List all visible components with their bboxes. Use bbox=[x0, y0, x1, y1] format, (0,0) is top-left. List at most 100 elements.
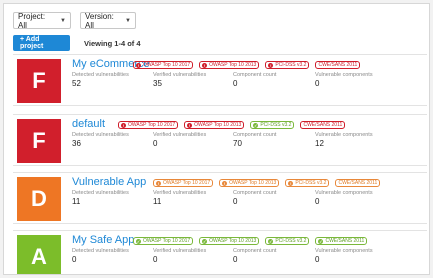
detected-vulnerabilities-value: 11 bbox=[72, 197, 81, 206]
component-count-value: 0 bbox=[233, 255, 238, 264]
compliance-badges: ✓ OWASP Top 10 2017 ✓ OWASP Top 10 2013 ✓ PCI… bbox=[133, 237, 368, 245]
compliance-badge-label: PCI-DSS v3.2 bbox=[260, 122, 292, 128]
component-count-stat: Component count 70 bbox=[233, 132, 276, 148]
toolbar: + Add project Viewing 1-4 of 4 bbox=[13, 35, 141, 51]
compliance-badge[interactable]: ! OWASP Top 10 2013 bbox=[184, 121, 245, 129]
project-filter-value: Project: All bbox=[18, 11, 46, 30]
compliance-badge-label: OWASP Top 10 2013 bbox=[209, 238, 257, 244]
compliance-badge-label: PCI-DSS v3.2 bbox=[295, 180, 327, 186]
compliance-badge[interactable]: ! PCI-DSS v3.2 bbox=[285, 179, 330, 187]
vulnerable-components-value: 0 bbox=[315, 79, 320, 88]
detected-vulnerabilities-value: 0 bbox=[72, 255, 77, 264]
component-count-stat: Component count 0 bbox=[233, 190, 276, 206]
compliance-badge-label: OWASP Top 10 2017 bbox=[143, 238, 191, 244]
alert-icon: ! bbox=[288, 180, 294, 186]
vulnerable-components-label: Vulnerable components bbox=[315, 190, 373, 196]
chevron-down-icon: ▼ bbox=[60, 17, 66, 24]
grade-tile: D bbox=[17, 177, 61, 221]
alert-icon: ! bbox=[222, 180, 228, 186]
chevron-down-icon: ▼ bbox=[125, 17, 131, 24]
compliance-badge[interactable]: ✓ PCI-DSS v3.2 bbox=[250, 121, 295, 129]
project-row[interactable]: A My Safe App ✓ OWASP Top 10 2017 ✓ OWASP Top… bbox=[13, 230, 427, 274]
detected-vulnerabilities-label: Detected vulnerabilities bbox=[72, 72, 129, 78]
component-count-label: Component count bbox=[233, 72, 277, 78]
compliance-badge-label: OWASP Top 10 2017 bbox=[163, 180, 211, 186]
compliance-badge-label: OWASP Top 10 2017 bbox=[128, 122, 176, 128]
detected-vulnerabilities-stat: Detected vulnerabilities 36 bbox=[72, 132, 129, 148]
version-filter-select[interactable]: Version: All ▼ bbox=[80, 11, 136, 30]
compliance-badge-label: OWASP Top 10 2013 bbox=[194, 122, 242, 128]
project-row[interactable]: Fdefault! OWASP Top 10 2017! OWASP Top 10 … bbox=[13, 114, 427, 166]
vulnerable-components-stat: Vulnerable components 0 bbox=[315, 248, 373, 264]
compliance-badge[interactable]: ! OWASP Top 10 2017 bbox=[153, 179, 214, 187]
compliance-badge-label: CWE/SANS 2011 bbox=[338, 180, 378, 186]
component-count-value: 0 bbox=[233, 79, 238, 88]
alert-icon: ! bbox=[187, 122, 193, 128]
verified-vulnerabilities-label: Verified vulnerabilities bbox=[153, 248, 207, 254]
verified-vulnerabilities-value: 35 bbox=[153, 79, 162, 88]
compliance-badge-label: OWASP Top 10 2013 bbox=[229, 180, 277, 186]
component-count-value: 0 bbox=[233, 197, 238, 206]
vulnerable-components-value: 12 bbox=[315, 139, 324, 148]
compliance-badge[interactable]: ✓ CWE/SANS 2011 bbox=[315, 237, 368, 245]
compliance-badge[interactable]: CWE/SANS 2011 bbox=[335, 179, 381, 187]
vulnerable-components-value: 0 bbox=[315, 197, 320, 206]
alert-icon: ! bbox=[121, 122, 126, 128]
check-icon: ✓ bbox=[268, 238, 274, 244]
vulnerable-components-label: Vulnerable components bbox=[315, 72, 373, 78]
version-filter-value: Version: All bbox=[85, 11, 114, 30]
compliance-badge[interactable]: ! OWASP Top 10 2017 bbox=[133, 61, 194, 69]
app-window: Project: All ▼ Version: All ▼ + Add proj… bbox=[3, 3, 430, 275]
alert-icon: ! bbox=[136, 62, 141, 68]
project-name-link[interactable]: Vulnerable App bbox=[72, 176, 146, 188]
project-row[interactable]: D Vulnerable App! OWASP Top 10 2017! OWASP … bbox=[13, 172, 427, 224]
grade-tile: F bbox=[17, 119, 61, 163]
alert-icon: ! bbox=[202, 62, 208, 68]
compliance-badge-label: CWE/SANS 2011 bbox=[318, 62, 358, 68]
check-icon: ✓ bbox=[318, 238, 324, 244]
grade-tile: F bbox=[17, 59, 61, 103]
vulnerable-components-stat: Vulnerable components 0 bbox=[315, 190, 373, 206]
verified-vulnerabilities-stat: Verified vulnerabilities 0 bbox=[153, 248, 206, 264]
compliance-badge[interactable]: ✓ OWASP Top 10 2013 bbox=[199, 237, 260, 245]
vulnerable-components-stat: Vulnerable components 0 bbox=[315, 72, 373, 88]
detected-vulnerabilities-stat: Detected vulnerabilities 52 bbox=[72, 72, 129, 88]
verified-vulnerabilities-stat: Verified vulnerabilities 35 bbox=[153, 72, 206, 88]
verified-vulnerabilities-value: 0 bbox=[153, 255, 158, 264]
compliance-badge[interactable]: CWE/SANS 2011 bbox=[300, 121, 346, 129]
compliance-badges: ! OWASP Top 10 2017! OWASP Top 10 2013 ✓ PCI… bbox=[118, 121, 346, 129]
project-row[interactable]: F My eCommerce! OWASP Top 10 2017! OWASP To… bbox=[13, 54, 427, 106]
detected-vulnerabilities-label: Detected vulnerabilities bbox=[72, 248, 129, 254]
compliance-badge[interactable]: CWE/SANS 2011 bbox=[315, 61, 361, 69]
vulnerable-components-label: Vulnerable components bbox=[315, 248, 373, 254]
component-count-label: Component count bbox=[233, 248, 277, 254]
compliance-badges: ! OWASP Top 10 2017! OWASP Top 10 2013! PCI… bbox=[153, 179, 381, 187]
component-count-value: 70 bbox=[233, 139, 242, 148]
pagination-summary: Viewing 1-4 of 4 bbox=[84, 38, 141, 48]
detected-vulnerabilities-value: 36 bbox=[72, 139, 81, 148]
compliance-badge[interactable]: ✓ OWASP Top 10 2017 bbox=[133, 237, 194, 245]
compliance-badge[interactable]: ! OWASP Top 10 2013 bbox=[219, 179, 280, 187]
check-icon: ✓ bbox=[136, 238, 141, 244]
compliance-badge[interactable]: ! OWASP Top 10 2013 bbox=[199, 61, 260, 69]
compliance-badge[interactable]: ! PCI-DSS v3.2 bbox=[265, 61, 310, 69]
compliance-badge-label: CWE/SANS 2011 bbox=[303, 122, 343, 128]
compliance-badge[interactable]: ✓ PCI-DSS v3.2 bbox=[265, 237, 310, 245]
detected-vulnerabilities-label: Detected vulnerabilities bbox=[72, 132, 129, 138]
detected-vulnerabilities-label: Detected vulnerabilities bbox=[72, 190, 129, 196]
compliance-badge-label: PCI-DSS v3.2 bbox=[275, 62, 307, 68]
verified-vulnerabilities-stat: Verified vulnerabilities 0 bbox=[153, 132, 206, 148]
add-project-button[interactable]: + Add project bbox=[13, 35, 70, 51]
detected-vulnerabilities-value: 52 bbox=[72, 79, 81, 88]
compliance-badge-label: OWASP Top 10 2017 bbox=[143, 62, 191, 68]
project-filter-select[interactable]: Project: All ▼ bbox=[13, 11, 71, 30]
vulnerable-components-label: Vulnerable components bbox=[315, 132, 373, 138]
compliance-badge[interactable]: ! OWASP Top 10 2017 bbox=[118, 121, 179, 129]
project-name-link[interactable]: default bbox=[72, 118, 105, 130]
component-count-label: Component count bbox=[233, 132, 277, 138]
component-count-stat: Component count 0 bbox=[233, 248, 276, 264]
compliance-badges: ! OWASP Top 10 2017! OWASP Top 10 2013! PCI… bbox=[133, 61, 361, 69]
grade-tile: A bbox=[17, 235, 61, 274]
project-name-link[interactable]: My Safe App bbox=[72, 234, 134, 246]
detected-vulnerabilities-stat: Detected vulnerabilities 11 bbox=[72, 190, 129, 206]
